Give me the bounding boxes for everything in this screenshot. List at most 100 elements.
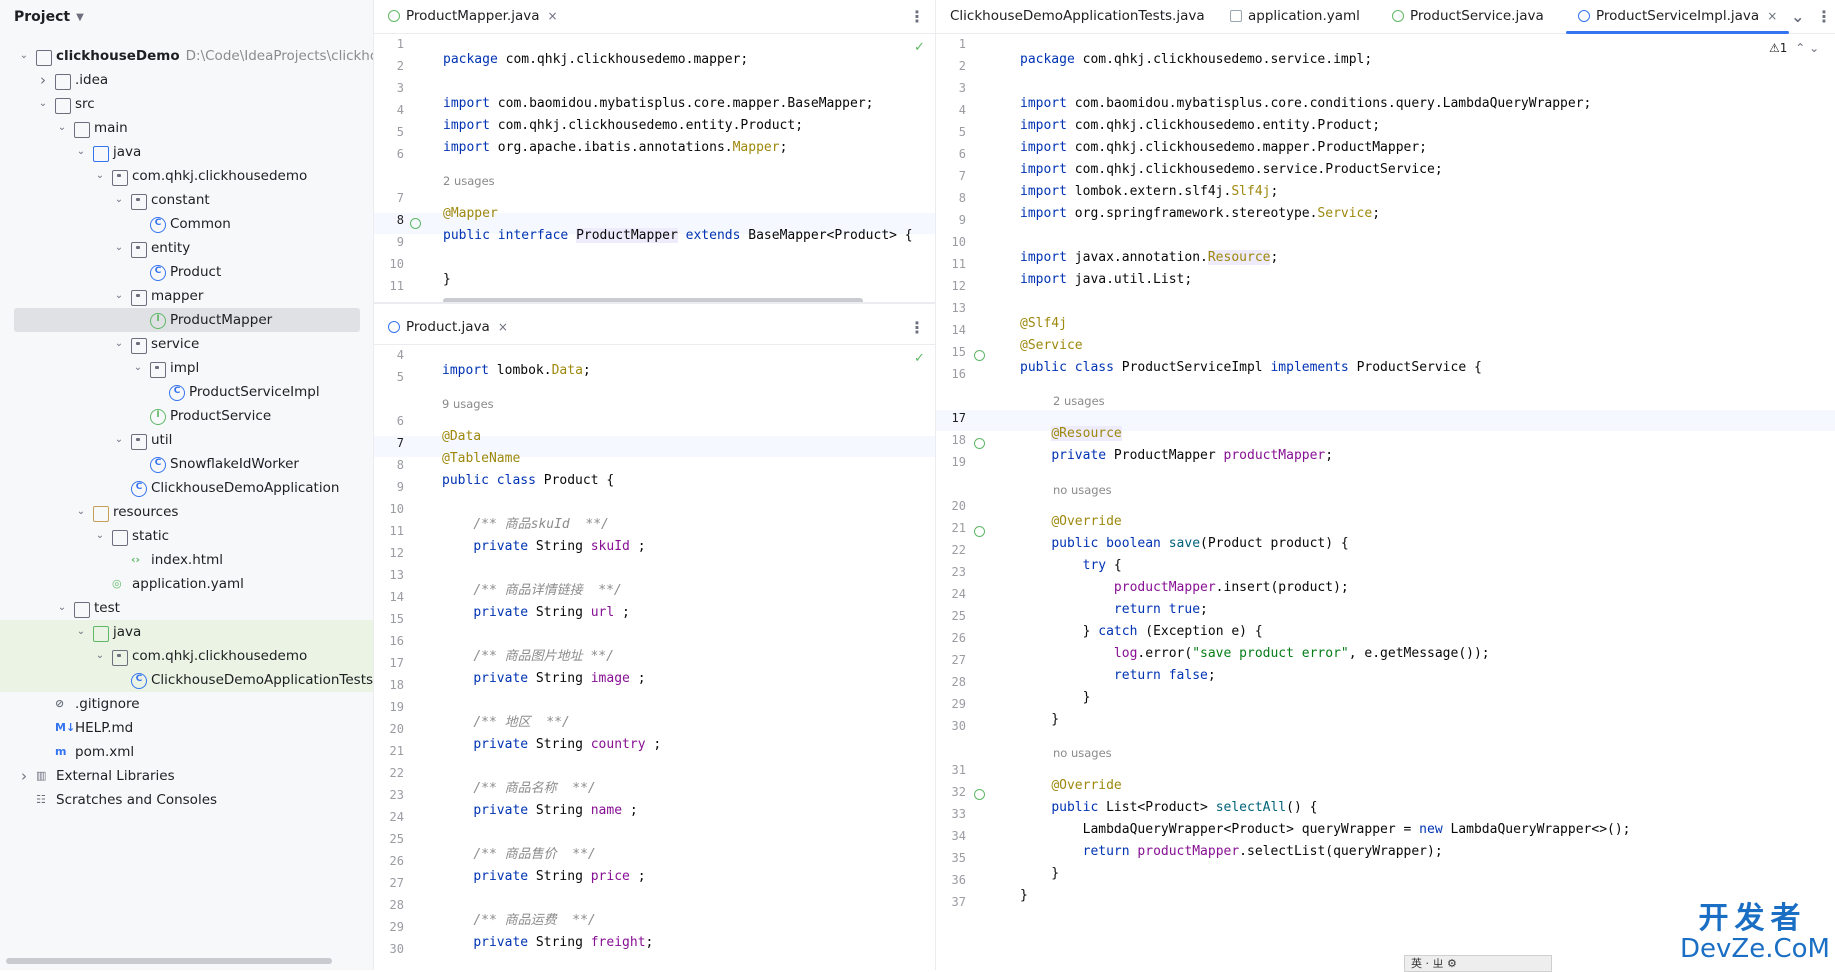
- close-icon[interactable]: ×: [548, 9, 558, 23]
- chevron-down-icon[interactable]: ⌄: [113, 428, 125, 452]
- tab-productmapper[interactable]: ProductMapper.java ×: [388, 0, 558, 33]
- more-options-icon[interactable]: ⋮: [909, 311, 925, 344]
- chevron-down-icon[interactable]: ⌄: [75, 500, 87, 524]
- tree-item[interactable]: ⌄ impl: [0, 356, 373, 380]
- tree-item[interactable]: ⌄ resources: [0, 500, 373, 524]
- tab-application-yaml[interactable]: application.yaml: [1230, 0, 1360, 33]
- injection-gutter-icon[interactable]: [974, 438, 985, 449]
- tree-item[interactable]: C ProductServiceImpl: [0, 380, 373, 404]
- project-panel-header[interactable]: Project ▼: [0, 0, 373, 34]
- line-number: 4: [396, 348, 404, 362]
- implementation-gutter-icon[interactable]: [974, 350, 985, 361]
- tree-item[interactable]: I ProductMapper: [0, 308, 373, 332]
- tree-item[interactable]: C Common: [0, 212, 373, 236]
- chevron-down-icon[interactable]: ⌄: [94, 164, 106, 188]
- chevron-down-icon[interactable]: ⌄: [94, 524, 106, 548]
- tree-item[interactable]: ⌄ test: [0, 596, 373, 620]
- project-horizontal-scrollbar[interactable]: [6, 958, 332, 964]
- tree-item[interactable]: M↓ HELP.md: [0, 716, 373, 740]
- tree-item[interactable]: m pom.xml: [0, 740, 373, 764]
- close-icon[interactable]: ×: [498, 320, 508, 334]
- no-problems-check-icon: ✓: [914, 351, 925, 366]
- chevron-down-icon[interactable]: ⌄: [132, 356, 144, 380]
- line-number: 22: [951, 543, 966, 557]
- tree-item[interactable]: C ClickhouseDemoApplicationTests: [0, 668, 373, 692]
- chevron-down-icon[interactable]: ⌄: [113, 332, 125, 356]
- ime-toolbar[interactable]: 英 · ㄓ ⚙: [1404, 955, 1552, 972]
- split-divider[interactable]: [374, 302, 935, 304]
- implementation-gutter-icon[interactable]: [410, 218, 421, 229]
- line-number: 19: [951, 455, 966, 469]
- more-options-icon[interactable]: ⋮: [909, 0, 925, 33]
- chevron-down-icon[interactable]: ⌄: [75, 140, 87, 164]
- chevron-down-icon[interactable]: ⌄: [75, 620, 87, 644]
- override-gutter-icon[interactable]: [974, 789, 985, 800]
- chevron-down-icon[interactable]: ⌄: [1809, 41, 1819, 55]
- override-gutter-icon[interactable]: [974, 526, 985, 537]
- chevron-right-icon[interactable]: ›: [18, 764, 30, 788]
- left-bottom-editor[interactable]: 9 usages ✓ 4 5 6 7 8 9 10 11 12 13 14 15 16 17 18 19 20 2…: [374, 345, 935, 970]
- code-area[interactable]: package com.qhkj.clickhousedemo.mapper; i…: [443, 34, 913, 302]
- project-title[interactable]: Project: [14, 9, 70, 25]
- chevron-down-icon[interactable]: ▼: [76, 12, 84, 23]
- tree-item[interactable]: ⌄ entity: [0, 236, 373, 260]
- line-number: 7: [396, 436, 404, 450]
- tab-productserviceimpl[interactable]: ProductServiceImpl.java ×: [1565, 0, 1790, 34]
- tab-label: ProductServiceImpl.java: [1596, 8, 1760, 24]
- tree-item[interactable]: ⌄ clickhouseDemo D:\Code\IdeaProjects\clic…: [0, 44, 373, 68]
- tree-item-label: impl: [170, 360, 200, 376]
- tree-item[interactable]: ⌄ util: [0, 428, 373, 452]
- tree-item[interactable]: I ProductService: [0, 404, 373, 428]
- tree-item-label: .idea: [75, 72, 109, 88]
- tree-item[interactable]: C ClickhouseDemoApplication: [0, 476, 373, 500]
- close-icon[interactable]: ×: [1767, 9, 1777, 23]
- tree-item[interactable]: ⌄ service: [0, 332, 373, 356]
- tree-item[interactable]: ‹› index.html: [0, 548, 373, 572]
- tree-item[interactable]: ⌄ main: [0, 116, 373, 140]
- tree-item[interactable]: › ▥ External Libraries: [0, 764, 373, 788]
- class-icon: C: [131, 673, 147, 689]
- tree-item[interactable]: ⌄ java: [0, 140, 373, 164]
- left-top-editor[interactable]: 1 2 3 4 5 6 7 8 9 10 11 2 usages ✓ package com.qhk…: [374, 34, 935, 302]
- tree-item[interactable]: C Product: [0, 260, 373, 284]
- chevron-down-icon[interactable]: ⌄: [37, 92, 49, 116]
- tree-item[interactable]: C SnowflakeIdWorker: [0, 452, 373, 476]
- chevron-down-icon[interactable]: ⌄: [56, 596, 68, 620]
- line-number: 5: [958, 125, 966, 139]
- package-icon: [131, 290, 147, 306]
- tree-item[interactable]: ⌄ com.qhkj.clickhousedemo: [0, 644, 373, 668]
- line-number: 32: [951, 785, 966, 799]
- tree-item[interactable]: ⊘ .gitignore: [0, 692, 373, 716]
- warning-indicator[interactable]: ⚠1 ⌃ ⌄: [1769, 41, 1819, 55]
- tab-label: application.yaml: [1248, 8, 1360, 24]
- chevron-up-icon[interactable]: ⌃: [1795, 41, 1805, 55]
- tree-item[interactable]: ⌄ com.qhkj.clickhousedemo: [0, 164, 373, 188]
- tab-productservice[interactable]: ProductService.java: [1392, 0, 1544, 33]
- right-editor[interactable]: ⚠1 ⌃ ⌄ 2 usages no usages no usages 1234…: [936, 34, 1835, 970]
- tab-clickhousedemoapplicationtests[interactable]: ClickhouseDemoApplicationTests.java: [950, 0, 1205, 33]
- tree-item[interactable]: ⌄ src: [0, 92, 373, 116]
- tree-item[interactable]: ☷ Scratches and Consoles: [0, 788, 373, 812]
- more-options-icon[interactable]: ⋮: [1816, 0, 1832, 33]
- chevron-down-icon[interactable]: ⌄: [1791, 0, 1804, 33]
- chevron-down-icon[interactable]: ⌄: [18, 44, 30, 68]
- tree-item[interactable]: ◎ application.yaml: [0, 572, 373, 596]
- chevron-right-icon[interactable]: ›: [37, 68, 49, 92]
- line-number: 4: [396, 103, 404, 117]
- tree-item[interactable]: ⌄ java: [0, 620, 373, 644]
- code-area[interactable]: package com.qhkj.clickhousedemo.service.…: [1020, 34, 1631, 937]
- chevron-down-icon[interactable]: ⌄: [56, 116, 68, 140]
- code-area[interactable]: import lombok.Data; @Data @TableName public…: [442, 345, 661, 970]
- chevron-down-icon[interactable]: ⌄: [113, 188, 125, 212]
- chevron-down-icon[interactable]: ⌄: [113, 284, 125, 308]
- line-number: 15: [389, 612, 404, 626]
- chevron-down-icon[interactable]: ⌄: [113, 236, 125, 260]
- tree-item[interactable]: ⌄ mapper: [0, 284, 373, 308]
- chevron-down-icon[interactable]: ⌄: [94, 644, 106, 668]
- tree-item[interactable]: ⌄ static: [0, 524, 373, 548]
- tree-item[interactable]: ⌄ constant: [0, 188, 373, 212]
- tree-item[interactable]: › .idea: [0, 68, 373, 92]
- tab-product[interactable]: Product.java ×: [388, 311, 508, 344]
- yaml-icon: [1230, 10, 1242, 22]
- class-icon: C: [169, 385, 185, 401]
